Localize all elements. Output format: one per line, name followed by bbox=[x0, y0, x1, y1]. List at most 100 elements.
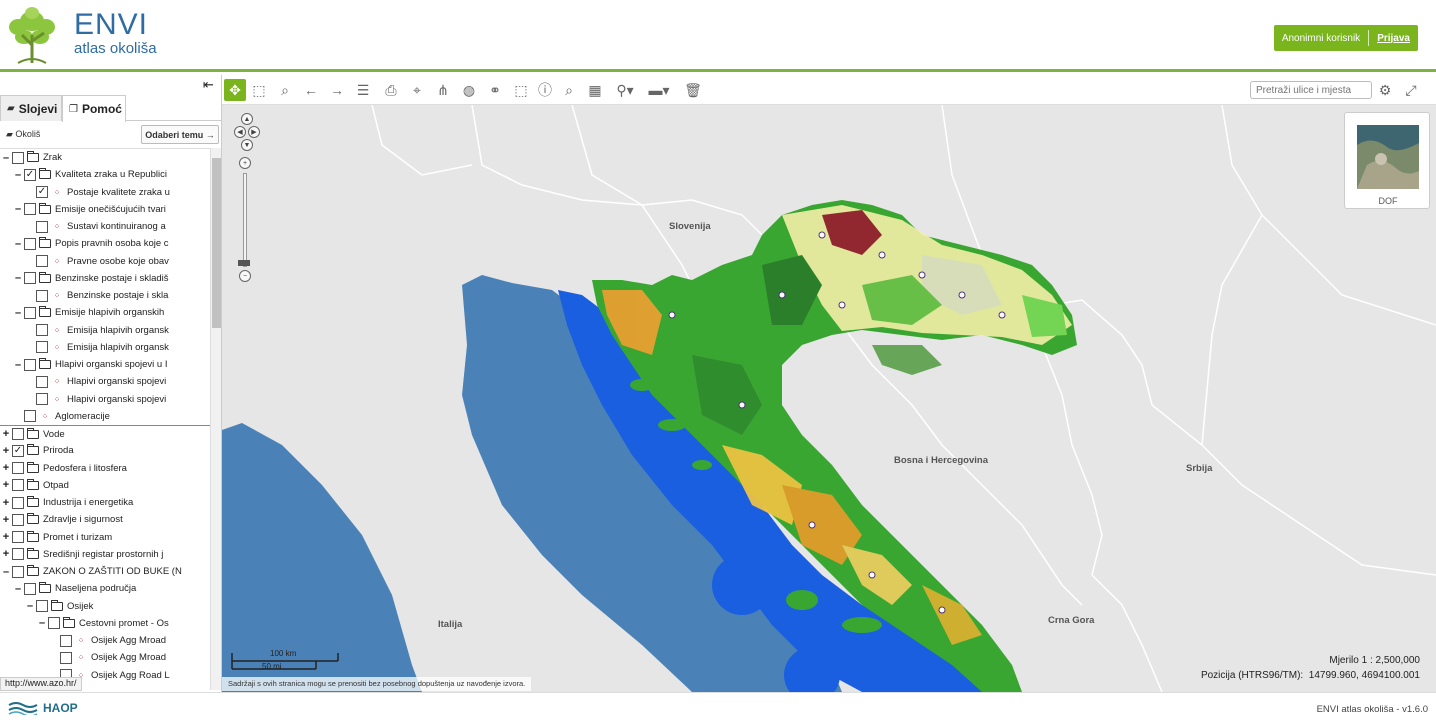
tree-folder[interactable]: – ✓ Kvaliteta zraka u Republici bbox=[0, 166, 210, 183]
hierarchy-tool-icon[interactable]: ⋔ bbox=[432, 79, 454, 101]
expand-icon[interactable]: + bbox=[2, 462, 10, 474]
layer-tree-tool-icon[interactable]: ☰ bbox=[352, 79, 374, 101]
expand-icon[interactable]: + bbox=[2, 428, 10, 440]
layer-checkbox[interactable] bbox=[12, 531, 24, 543]
zoom-extent-tool-icon[interactable]: ⌕ bbox=[274, 79, 296, 101]
layer-checkbox[interactable] bbox=[12, 565, 24, 578]
tree-layer[interactable]: ⁘ Sustavi kontinuiranog a bbox=[0, 218, 210, 235]
link-tool-icon[interactable]: ⚭ bbox=[484, 79, 506, 101]
layer-checkbox[interactable] bbox=[36, 375, 48, 388]
expand-icon[interactable]: + bbox=[2, 531, 10, 543]
tree-folder[interactable]: – Cestovni promet - Os bbox=[0, 615, 210, 632]
layer-checkbox[interactable] bbox=[12, 462, 24, 474]
collapse-icon[interactable]: – bbox=[14, 203, 22, 215]
pan-left-icon[interactable]: ◀ bbox=[234, 126, 246, 138]
coordinates-tool-icon[interactable]: ⌖ bbox=[406, 79, 428, 101]
tree-folder[interactable]: – Emisije onečišćujućih tvari bbox=[0, 201, 210, 218]
search-input[interactable] bbox=[1250, 81, 1372, 99]
collapse-icon[interactable]: – bbox=[2, 152, 10, 164]
layer-checkbox[interactable] bbox=[36, 393, 48, 405]
layer-checkbox[interactable] bbox=[36, 324, 48, 336]
tree-folder[interactable]: – Naseljena područja bbox=[0, 580, 210, 597]
expand-icon[interactable]: + bbox=[2, 479, 10, 491]
choose-theme-button[interactable]: Odaberi temu → bbox=[141, 125, 219, 144]
tree-folder[interactable]: + Otpad bbox=[0, 477, 210, 494]
collapse-sidebar-icon[interactable]: ⇤ bbox=[203, 77, 219, 93]
pan-down-icon[interactable]: ▼ bbox=[241, 139, 253, 151]
tree-folder[interactable]: + Pedosfera i litosfera bbox=[0, 460, 210, 477]
zoom-box-tool-icon[interactable]: ⬚ bbox=[248, 79, 270, 101]
tree-folder[interactable]: + ✓ Priroda bbox=[0, 442, 210, 459]
zoom-out-icon[interactable]: − bbox=[239, 270, 251, 282]
layer-checkbox[interactable] bbox=[12, 428, 24, 440]
info-tool-icon[interactable]: ⓘ bbox=[534, 79, 556, 101]
tree-layer[interactable]: ⁘ Emisija hlapivih organsk bbox=[0, 339, 210, 356]
collapse-icon[interactable]: – bbox=[2, 566, 10, 578]
tree-folder[interactable]: – ZAKON O ZAŠTITI OD BUKE (N bbox=[0, 563, 210, 580]
zoom-slider-knob[interactable] bbox=[238, 260, 250, 266]
layer-checkbox[interactable]: ✓ bbox=[36, 186, 48, 198]
grid-tool-icon[interactable]: ▦ bbox=[584, 79, 606, 101]
search-tool-icon[interactable]: ⌕ bbox=[558, 79, 580, 101]
tree-scrollbar[interactable] bbox=[210, 148, 221, 690]
layer-checkbox[interactable] bbox=[12, 151, 24, 164]
basemap-switcher[interactable]: DOF bbox=[1344, 112, 1430, 209]
layer-checkbox[interactable] bbox=[12, 496, 24, 509]
tab-slojevi[interactable]: ▰ Slojevi bbox=[0, 95, 62, 121]
tree-folder[interactable]: – Zrak bbox=[0, 149, 210, 166]
layer-checkbox[interactable] bbox=[36, 341, 48, 354]
globe-tool-icon[interactable]: ◍ bbox=[458, 79, 480, 101]
tree-layer[interactable]: ✓ ⁘ Postaje kvalitete zraka u bbox=[0, 184, 210, 201]
tree-folder[interactable]: + Vode bbox=[0, 425, 210, 442]
tree-folder[interactable]: – Popis pravnih osoba koje c bbox=[0, 235, 210, 252]
layer-checkbox[interactable] bbox=[24, 272, 36, 285]
zoom-in-icon[interactable]: + bbox=[239, 157, 251, 169]
layer-checkbox[interactable] bbox=[36, 255, 48, 267]
print-tool-icon[interactable]: ⎙ bbox=[380, 79, 402, 101]
layer-checkbox[interactable] bbox=[12, 548, 24, 561]
tree-folder[interactable]: + Zdravlje i sigurnost bbox=[0, 511, 210, 528]
pan-right-icon[interactable]: ▶ bbox=[248, 126, 260, 138]
marker-tool-icon[interactable]: ⚲▾ bbox=[614, 79, 636, 101]
tree-folder[interactable]: – Benzinske postaje i skladiš bbox=[0, 270, 210, 287]
expand-icon[interactable]: + bbox=[2, 548, 10, 560]
back-tool-icon[interactable]: ← bbox=[300, 79, 322, 101]
tree-layer[interactable]: ⁘ Osijek Agg Mroad bbox=[0, 649, 210, 666]
collapse-icon[interactable]: – bbox=[26, 600, 34, 612]
tree-layer[interactable]: ⁘ Hlapivi organski spojevi bbox=[0, 373, 210, 390]
collapse-icon[interactable]: – bbox=[14, 307, 22, 319]
layer-checkbox[interactable]: ✓ bbox=[12, 444, 24, 457]
collapse-icon[interactable]: – bbox=[14, 583, 22, 595]
layer-checkbox[interactable] bbox=[36, 289, 48, 302]
select-info-tool-icon[interactable]: ⬚ bbox=[510, 79, 532, 101]
pan-up-icon[interactable]: ▲ bbox=[241, 113, 253, 125]
layer-checkbox[interactable] bbox=[36, 220, 48, 233]
expand-icon[interactable]: + bbox=[2, 445, 10, 457]
pan-tool-icon[interactable]: ✥ bbox=[224, 79, 246, 101]
tree-layer[interactable]: ⁘ Pravne osobe koje obav bbox=[0, 253, 210, 270]
layer-checkbox[interactable] bbox=[24, 358, 36, 371]
tree-layer[interactable]: ⁘ Hlapivi organski spojevi bbox=[0, 391, 210, 408]
tree-layer[interactable]: ⁘ Benzinske postaje i skla bbox=[0, 287, 210, 304]
collapse-icon[interactable]: – bbox=[14, 272, 22, 284]
collapse-icon[interactable]: – bbox=[14, 359, 22, 371]
layer-checkbox[interactable] bbox=[48, 617, 60, 630]
layer-checkbox[interactable]: ✓ bbox=[24, 168, 36, 181]
collapse-icon[interactable]: – bbox=[38, 617, 46, 629]
layer-checkbox[interactable] bbox=[24, 582, 36, 595]
collapse-icon[interactable]: – bbox=[14, 169, 22, 181]
layer-checkbox[interactable] bbox=[24, 237, 36, 250]
collapse-icon[interactable]: – bbox=[14, 238, 22, 250]
delete-tool-icon[interactable]: 🗑 bbox=[682, 79, 704, 101]
tree-layer[interactable]: ⁘ Osijek Agg Mroad bbox=[0, 632, 210, 649]
tree-layer[interactable]: ⁘ Aglomeracije bbox=[0, 408, 210, 425]
tree-folder[interactable]: + Industrija i energetika bbox=[0, 494, 210, 511]
tree-layer[interactable]: ⁘ Emisija hlapivih organsk bbox=[0, 322, 210, 339]
gear-icon[interactable]: ⚙ bbox=[1374, 79, 1396, 101]
tree-folder[interactable]: – Emisije hlapivih organskih bbox=[0, 304, 210, 321]
fullscreen-icon[interactable]: ⤢ bbox=[1400, 79, 1422, 101]
tree-folder[interactable]: – Osijek bbox=[0, 598, 210, 615]
map-view[interactable]: Slovenija Bosna i Hercegovina Srbija Ita… bbox=[222, 105, 1436, 692]
layer-checkbox[interactable] bbox=[24, 203, 36, 216]
layer-checkbox[interactable] bbox=[24, 410, 36, 423]
